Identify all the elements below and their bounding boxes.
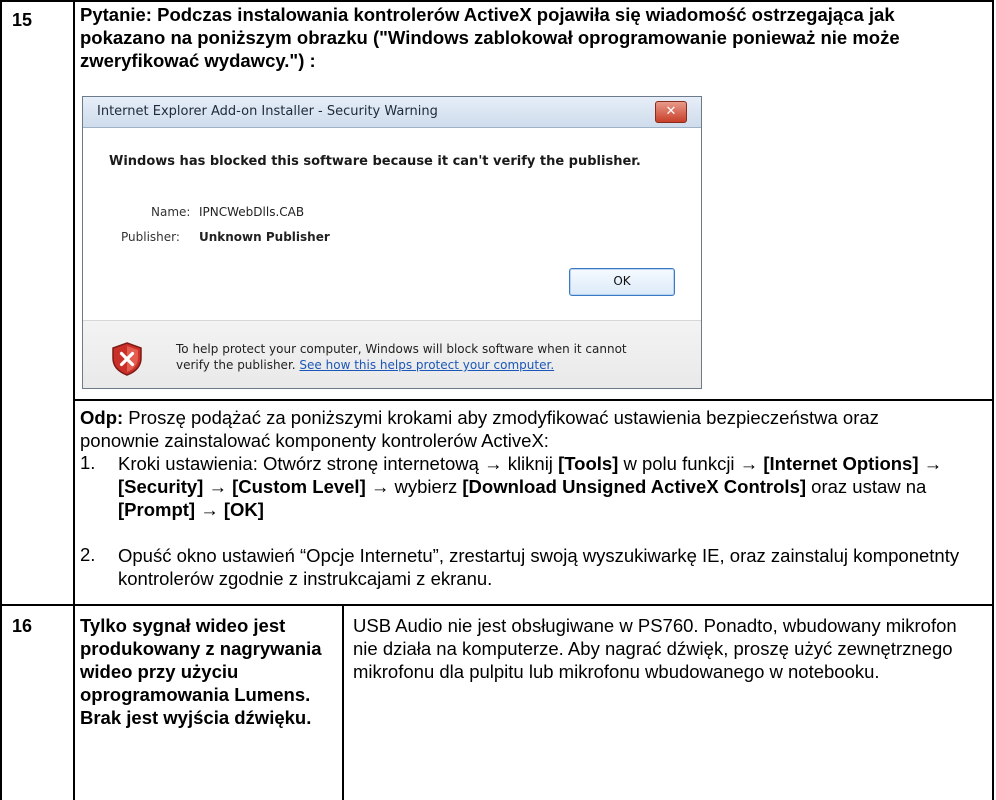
- row-divider: [0, 604, 994, 606]
- step-1-tools: [Tools]: [558, 453, 619, 474]
- close-button[interactable]: ✕: [655, 101, 687, 123]
- step-1-text: Kroki ustawienia: Otwórz stronę internet…: [118, 453, 559, 474]
- answer-16: USB Audio nie jest obsługiwane w PS760. …: [353, 615, 957, 682]
- dialog-footer: To help protect your computer, Windows w…: [83, 320, 701, 388]
- step-1-text: w polu funkcji →: [618, 453, 764, 474]
- name-label: Name:: [151, 205, 191, 219]
- step-1-text: →: [203, 476, 233, 497]
- step-1-text: → wybierz: [365, 476, 463, 497]
- publisher-label: Publisher:: [121, 230, 180, 244]
- answer-15: Odp: Proszę podążać za poniższymi krokam…: [80, 406, 960, 452]
- question-15: Pytanie: Podczas instalowania kontroleró…: [80, 4, 900, 71]
- step-1-text: →: [195, 499, 224, 520]
- publisher-value: Unknown Publisher: [199, 230, 330, 244]
- footer-line-2: verify the publisher. See how this helps…: [176, 358, 554, 372]
- step-1-internet-options: [Internet Options]: [763, 453, 919, 474]
- dialog-message: Windows has blocked this software becaus…: [109, 154, 641, 169]
- table-border-left: [0, 0, 2, 800]
- security-warning-dialog: Internet Explorer Add-on Installer - Sec…: [82, 96, 702, 389]
- step-2: Opuść okno ustawień “Opcje Internetu”, z…: [118, 545, 960, 589]
- dialog-title: Internet Explorer Add-on Installer - Sec…: [97, 104, 438, 119]
- question-16: Tylko sygnał wideo jest produkowany z na…: [80, 615, 322, 728]
- dialog-title-bar: Internet Explorer Add-on Installer - Sec…: [83, 97, 701, 128]
- step-1-prompt: [Prompt]: [118, 499, 196, 520]
- step-1-custom-level: [Custom Level]: [232, 476, 366, 497]
- help-link[interactable]: See how this helps protect your computer…: [299, 358, 554, 372]
- table-border-top: [0, 0, 994, 2]
- dialog-body: Windows has blocked this software becaus…: [83, 128, 701, 320]
- answer-label: Odp:: [80, 407, 124, 428]
- footer-line-2-prefix: verify the publisher.: [176, 358, 296, 372]
- step-1-ok: [OK]: [223, 499, 264, 520]
- step-number-1: 1.: [80, 452, 96, 473]
- name-value: IPNCWebDlls.CAB: [199, 205, 305, 219]
- row-number-16: 16: [12, 616, 33, 636]
- step-1: Kroki ustawienia: Otwórz stronę internet…: [118, 452, 978, 521]
- row16-column-divider: [342, 605, 344, 800]
- answer-intro: Proszę podążać za poniższymi krokami aby…: [80, 407, 879, 451]
- step-1-security: [Security]: [118, 476, 204, 497]
- step-number-2: 2.: [80, 544, 96, 565]
- step-1-download-unsigned: [Download Unsigned ActiveX Controls]: [462, 476, 807, 497]
- step-1-text: →: [918, 453, 943, 474]
- footer-line-1: To help protect your computer, Windows w…: [176, 342, 627, 356]
- shield-error-icon: [112, 342, 142, 376]
- step-1-text: oraz ustaw na: [806, 476, 927, 497]
- row15-inner-divider: [74, 399, 994, 401]
- row-number-15: 15: [12, 10, 33, 30]
- close-icon: ✕: [665, 104, 677, 119]
- faq-table: 15 Pytanie: Podczas instalowania kontrol…: [0, 0, 996, 800]
- ok-button[interactable]: OK: [569, 268, 675, 296]
